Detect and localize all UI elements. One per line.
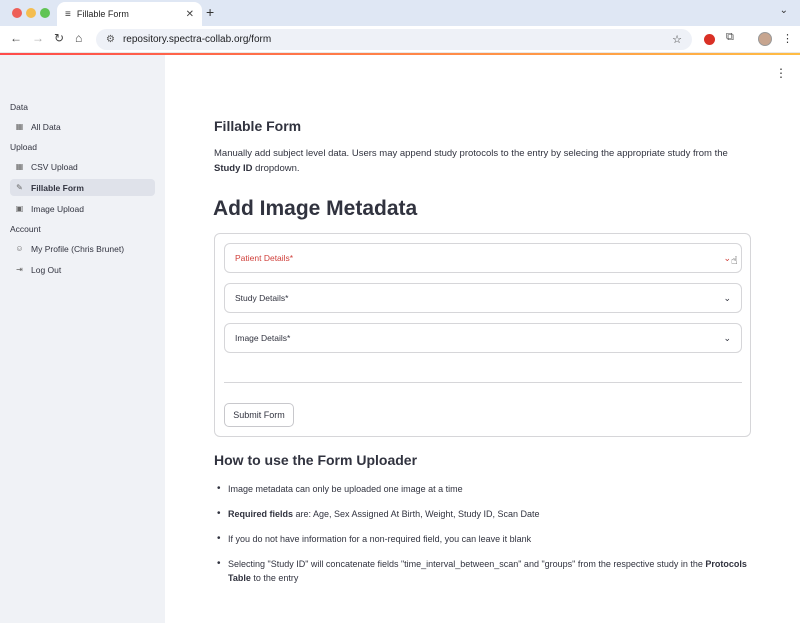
back-icon[interactable]: ← xyxy=(10,31,22,45)
list-item-text: Image metadata can only be uploaded one … xyxy=(228,484,463,494)
expander-label: Image Details* xyxy=(235,333,291,343)
maximize-window-button[interactable] xyxy=(40,8,50,18)
list-item-text: are: Age, Sex Assigned At Birth, Weight,… xyxy=(293,509,540,519)
sidebar-section-data: Data xyxy=(10,102,28,112)
person-icon: ☺ xyxy=(15,244,24,253)
browser-tab[interactable]: ≡ Fillable Form ✕ xyxy=(57,2,202,26)
list-item-text: to the entry xyxy=(250,573,299,583)
extensions-puzzle-icon[interactable]: ⧉ xyxy=(726,31,734,44)
chevron-down-icon[interactable]: ⌄ xyxy=(723,333,731,344)
chevron-down-icon[interactable]: ⌄ xyxy=(723,293,731,304)
list-item: If you do not have information for a non… xyxy=(214,532,749,546)
section-title: Fillable Form xyxy=(214,118,302,134)
table-icon: ▦ xyxy=(15,162,24,171)
home-icon[interactable]: ⌂ xyxy=(75,31,82,45)
expander-image-details[interactable]: Image Details* ⌄ xyxy=(224,323,742,353)
form-divider xyxy=(224,382,742,383)
url-text[interactable]: repository.spectra-collab.org/form xyxy=(123,34,672,45)
hand-cursor-icon: ☝ xyxy=(731,255,738,267)
sidebar-item-label: All Data xyxy=(31,121,61,132)
table-icon: ▦ xyxy=(15,122,24,131)
sidebar-item-label: Log Out xyxy=(31,264,62,275)
expander-label: Patient Details* xyxy=(235,253,294,263)
browser-menu-icon[interactable]: ⋮ xyxy=(782,32,793,45)
chevron-down-icon[interactable]: ⌄ xyxy=(780,5,788,16)
list-item-bold: Required fields xyxy=(228,509,294,519)
sidebar-item-label: Fillable Form xyxy=(31,182,84,193)
address-bar[interactable]: ⚙ repository.spectra-collab.org/form ☆ xyxy=(96,29,692,50)
list-item: Required fields are: Age, Sex Assigned A… xyxy=(214,507,749,521)
list-item: Selecting "Study ID" will concatenate fi… xyxy=(214,557,749,585)
minimize-window-button[interactable] xyxy=(26,8,36,18)
sidebar-item-log-out[interactable]: ⇥ Log Out xyxy=(10,261,155,278)
edit-note-icon: ✎ xyxy=(16,183,23,192)
intro-text-part: dropdown. xyxy=(252,163,300,174)
sidebar-section-account: Account xyxy=(10,224,41,234)
sidebar-item-label: My Profile (Chris Brunet) xyxy=(31,243,125,254)
expander-study-details[interactable]: Study Details* ⌄ xyxy=(224,283,742,313)
sidebar-section-upload: Upload xyxy=(10,142,37,152)
logout-icon: ⇥ xyxy=(16,265,23,274)
sidebar-item-csv-upload[interactable]: ▦ CSV Upload xyxy=(10,158,155,175)
new-tab-button[interactable]: + xyxy=(206,4,214,20)
sidebar-item-label: CSV Upload xyxy=(31,161,78,172)
image-icon: ▣ xyxy=(15,204,24,213)
list-item-text: Selecting "Study ID" will concatenate fi… xyxy=(228,559,706,569)
sidebar-item-label: Image Upload xyxy=(31,203,84,214)
howto-title: How to use the Form Uploader xyxy=(214,452,418,468)
expander-label: Study Details* xyxy=(235,293,289,303)
bookmark-star-icon[interactable]: ☆ xyxy=(672,33,682,46)
howto-list: Image metadata can only be uploaded one … xyxy=(214,482,749,585)
sidebar-item-all-data[interactable]: ▦ All Data xyxy=(10,118,155,135)
close-window-button[interactable] xyxy=(12,8,22,18)
close-tab-icon[interactable]: ✕ xyxy=(186,9,194,20)
site-settings-icon[interactable]: ⚙ xyxy=(106,34,115,45)
sidebar-item-my-profile[interactable]: ☺ My Profile (Chris Brunet) xyxy=(10,240,155,257)
edit-note-icon: ≡ xyxy=(65,8,71,20)
browser-toolbar: ← → ↻ ⌂ ⚙ repository.spectra-collab.org/… xyxy=(0,26,800,53)
extension-icon[interactable] xyxy=(704,34,715,45)
reload-icon[interactable]: ↻ xyxy=(54,31,64,45)
list-item-text: If you do not have information for a non… xyxy=(228,534,532,544)
sidebar: Data ▦ All Data Upload ▦ CSV Upload ✎ Fi… xyxy=(0,55,165,623)
list-item: Image metadata can only be uploaded one … xyxy=(214,482,749,496)
profile-avatar[interactable] xyxy=(758,32,772,46)
browser-titlebar: ≡ Fillable Form ✕ + ⌄ xyxy=(0,0,800,26)
expander-patient-details[interactable]: Patient Details* ⌄ xyxy=(224,243,742,273)
sidebar-item-image-upload[interactable]: ▣ Image Upload xyxy=(10,200,155,217)
metadata-form: Patient Details* ⌄ Study Details* ⌄ Imag… xyxy=(214,233,751,437)
page-title: Add Image Metadata xyxy=(213,197,418,220)
chevron-down-icon[interactable]: ⌄ xyxy=(723,253,731,264)
main-menu-icon[interactable]: ⋮ xyxy=(775,66,787,80)
forward-icon[interactable]: → xyxy=(32,31,44,45)
submit-form-button[interactable]: Submit Form xyxy=(224,403,294,427)
sidebar-item-fillable-form[interactable]: ✎ Fillable Form xyxy=(10,179,155,196)
tab-title: Fillable Form xyxy=(76,9,129,19)
intro-text-part: Manually add subject level data. Users m… xyxy=(214,148,728,159)
intro-text: Manually add subject level data. Users m… xyxy=(214,146,749,176)
intro-text-bold: Study ID xyxy=(214,163,253,174)
